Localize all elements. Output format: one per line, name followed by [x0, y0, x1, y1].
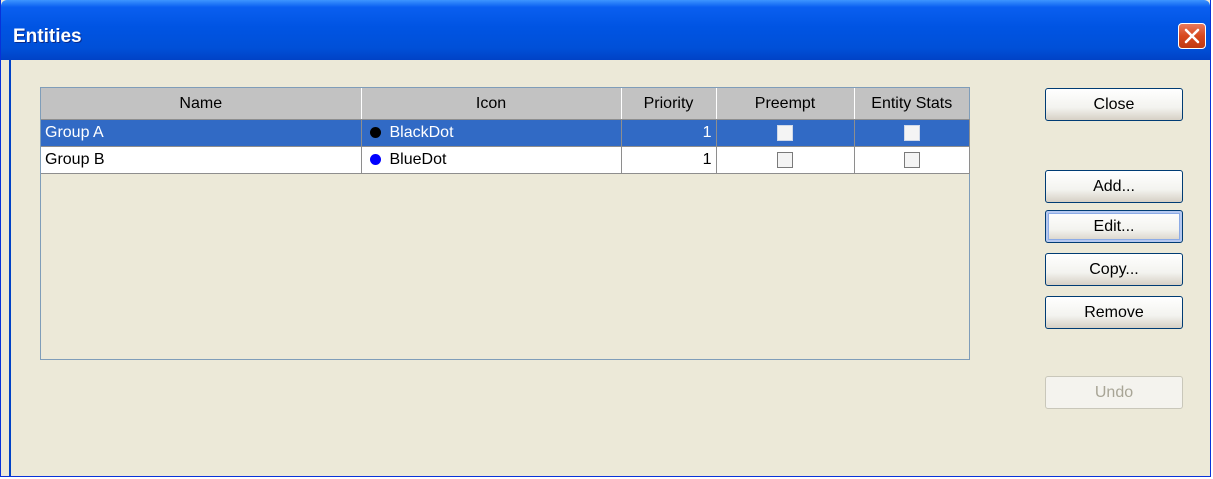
- cell-priority[interactable]: 1: [621, 146, 717, 174]
- table-row[interactable]: Group B BlueDot 1: [41, 146, 970, 174]
- table-row[interactable]: Group A BlackDot 1: [41, 119, 970, 147]
- cell-icon[interactable]: BlackDot: [361, 119, 622, 147]
- entity-stats-checkbox[interactable]: [903, 151, 920, 168]
- column-header-preempt[interactable]: Preempt: [716, 88, 855, 120]
- cell-name[interactable]: Group A: [41, 119, 362, 147]
- column-header-entity-stats[interactable]: Entity Stats: [854, 88, 969, 120]
- window-title: Entities: [13, 26, 82, 47]
- black-dot-icon: [369, 127, 381, 138]
- column-header-name[interactable]: Name: [41, 88, 362, 120]
- copy-button[interactable]: Copy...: [1045, 253, 1183, 286]
- edit-button[interactable]: Edit...: [1045, 210, 1183, 243]
- remove-button[interactable]: Remove: [1045, 296, 1183, 329]
- cell-preempt: [716, 119, 855, 147]
- column-header-icon[interactable]: Icon: [361, 88, 622, 120]
- icon-label: BlueDot: [389, 151, 447, 168]
- preempt-checkbox[interactable]: [777, 151, 793, 168]
- icon-label: BlackDot: [389, 124, 454, 141]
- window-close-button[interactable]: [1178, 23, 1206, 49]
- cell-preempt: [716, 146, 855, 174]
- undo-button: Undo: [1045, 376, 1183, 409]
- cell-entity-stats: [854, 146, 970, 174]
- column-header-priority[interactable]: Priority: [621, 88, 717, 120]
- close-button[interactable]: Close: [1045, 88, 1183, 121]
- cell-name[interactable]: Group B: [41, 146, 362, 174]
- add-button[interactable]: Add...: [1045, 170, 1183, 203]
- cell-priority[interactable]: 1: [621, 119, 717, 147]
- entities-table: Name Icon Priority Preempt Entity Stats …: [40, 87, 970, 360]
- blue-dot-icon: [369, 154, 381, 165]
- close-icon: [1184, 28, 1200, 44]
- entity-stats-checkbox[interactable]: [903, 124, 920, 141]
- cell-entity-stats: [854, 119, 970, 147]
- cell-icon[interactable]: BlueDot: [361, 146, 622, 174]
- title-bar[interactable]: Entities: [1, 0, 1210, 60]
- entities-grid: Name Icon Priority Preempt Entity Stats …: [41, 88, 970, 174]
- preempt-checkbox[interactable]: [777, 124, 793, 141]
- table-header-row: Name Icon Priority Preempt Entity Stats: [41, 88, 969, 120]
